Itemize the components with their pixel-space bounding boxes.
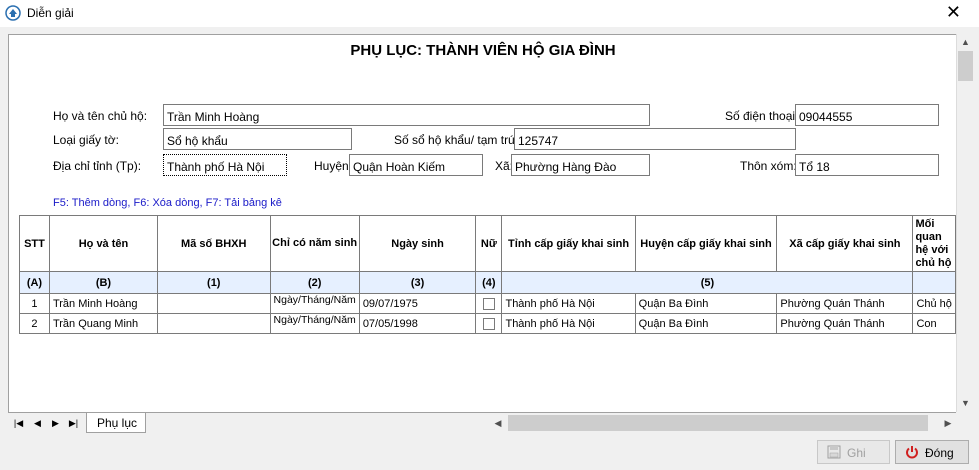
cell-relation[interactable]: Chủ hộ [912,293,956,314]
doc-type-field[interactable]: Sổ hộ khẩu [163,128,352,150]
power-icon [906,446,918,459]
cell-name[interactable]: Trần Quang Minh [48,313,159,334]
table-row[interactable]: 2 Trần Quang Minh Ngày/Tháng/Năm 07/05/1… [19,313,956,334]
next-icon[interactable]: ▶ [48,416,63,431]
hamlet-field[interactable]: Tổ 18 [795,154,939,176]
owner-label: Họ và tên chủ hộ: [53,109,148,123]
arrow-up-icon[interactable]: ▲ [957,34,974,51]
members-table: STT Họ và tên Mã số BHXH Chỉ có năm sinh… [19,215,956,334]
header-name: Họ và tên [48,215,159,272]
book-no-field[interactable]: 125747 [514,128,796,150]
header-bhxh: Mã số BHXH [157,215,271,272]
close-label: Đóng [925,446,954,460]
header-birth-province: Tỉnh cấp giấy khai sinh [501,215,636,272]
close-button[interactable]: Đóng [895,440,969,464]
horizontal-scrollbar[interactable]: ◀ ▶ [490,414,956,432]
female-checkbox[interactable] [482,297,495,310]
app-icon [5,5,21,21]
vertical-scrollbar[interactable]: ▲ ▼ [956,34,973,412]
first-icon[interactable]: |◀ [11,416,26,431]
sheet-tab-bar: |◀ ◀ ▶ ▶| Phụ lục ◀ ▶ [8,412,956,433]
page-title: PHỤ LỤC: THÀNH VIÊN HỘ GIA ĐÌNH [350,42,616,59]
header-year-only: Chỉ có năm sinh [269,215,360,272]
close-icon[interactable]: ✕ [946,2,961,22]
code-1: (1) [157,271,271,294]
code-empty [912,271,956,294]
header-dob: Ngày sinh [358,215,477,272]
scroll-thumb[interactable] [958,51,973,81]
code-a: (A) [19,271,50,294]
phone-field[interactable]: 09044555 [795,104,939,126]
code-b: (B) [48,271,159,294]
phone-label: Số điện thoại: [725,109,799,123]
cell-female[interactable] [475,313,503,334]
prev-icon[interactable]: ◀ [30,416,45,431]
window-title: Diễn giải [27,6,74,20]
code-row: (A) (B) (1) (2) (3) (4) (5) [19,271,956,294]
cell-stt[interactable]: 1 [19,293,50,314]
cell-birth-province[interactable]: Thành phố Hà Nội [501,313,636,334]
cell-year-only[interactable]: Ngày/Tháng/Năm [269,313,360,334]
cell-bhxh[interactable] [157,313,271,334]
hamlet-label: Thôn xóm: [740,159,797,173]
arrow-right-icon[interactable]: ▶ [940,414,956,432]
header-row: STT Họ và tên Mã số BHXH Chỉ có năm sinh… [19,215,956,272]
cell-name[interactable]: Trần Minh Hoàng [48,293,159,314]
header-female: Nữ [475,215,503,272]
header-relation: Mối quan hệ với chủ hộ [912,215,956,272]
arrow-left-icon[interactable]: ◀ [490,414,506,432]
district-field[interactable]: Quận Hoàn Kiếm [349,154,483,176]
cell-birth-ward[interactable]: Phường Quán Thánh [776,293,914,314]
hscroll-thumb[interactable] [508,415,928,431]
tab-phu-luc[interactable]: Phụ lục [86,413,146,433]
save-icon [827,445,841,459]
cell-female[interactable] [475,293,503,314]
save-label: Ghi [847,446,866,460]
cell-stt[interactable]: 2 [19,313,50,334]
province-label: Địa chỉ tỉnh (Tp): [53,159,142,173]
code-5: (5) [501,271,914,294]
province-field[interactable]: Thành phố Hà Nội [163,154,287,176]
cell-birth-district[interactable]: Quận Ba Đình [634,313,778,334]
cell-relation[interactable]: Con [912,313,956,334]
code-4: (4) [475,271,503,294]
table-row[interactable]: 1 Trần Minh Hoàng Ngày/Tháng/Năm 09/07/1… [19,293,956,314]
doc-type-label: Loại giấy tờ: [53,133,119,147]
female-checkbox[interactable] [482,317,495,330]
cell-birth-province[interactable]: Thành phố Hà Nội [501,293,636,314]
spreadsheet-area: PHỤ LỤC: THÀNH VIÊN HỘ GIA ĐÌNH Họ và tê… [8,34,956,412]
cell-birth-district[interactable]: Quận Ba Đình [634,293,778,314]
header-birth-ward: Xã cấp giấy khai sinh [776,215,914,272]
header-stt: STT [19,215,50,272]
code-2: (2) [269,271,360,294]
book-no-label: Số sổ hộ khẩu/ tạm trú: [394,133,519,147]
cell-year-only[interactable]: Ngày/Tháng/Năm [269,293,360,314]
ward-field[interactable]: Phường Hàng Đào [511,154,650,176]
owner-field[interactable]: Trần Minh Hoàng [163,104,650,126]
cell-bhxh[interactable] [157,293,271,314]
district-label: Huyện: [314,159,353,173]
title-bar: Diễn giải ✕ [0,0,979,27]
arrow-down-icon[interactable]: ▼ [957,395,974,412]
cell-birth-ward[interactable]: Phường Quán Thánh [776,313,914,334]
code-3: (3) [358,271,477,294]
header-birth-district: Huyện cấp giấy khai sinh [634,215,778,272]
save-button[interactable]: Ghi [817,440,890,464]
shortcut-hint: F5: Thêm dòng, F6: Xóa dòng, F7: Tải bản… [53,197,282,209]
cell-dob[interactable]: 07/05/1998 [358,313,477,334]
last-icon[interactable]: ▶| [66,416,81,431]
cell-dob[interactable]: 09/07/1975 [358,293,477,314]
